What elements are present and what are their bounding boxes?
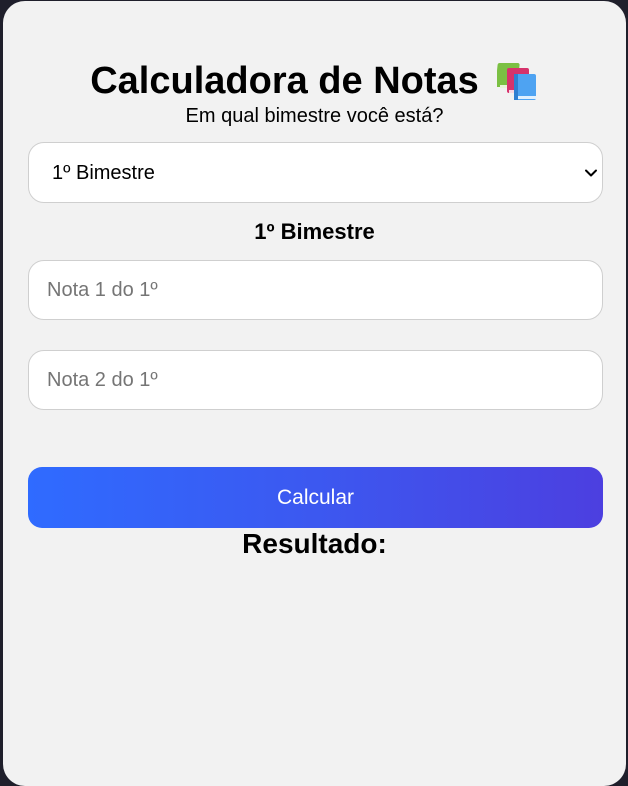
grade-1-input[interactable] — [28, 260, 603, 320]
calculator-card: Calculadora de Notas Em qual bimestre vo… — [3, 1, 626, 786]
title-row: Calculadora de Notas — [3, 57, 626, 105]
chevron-down-icon[interactable] — [583, 165, 599, 181]
result-heading: Resultado: — [242, 528, 387, 559]
bimester-select[interactable]: 1º Bimestre — [28, 142, 603, 203]
books-icon — [496, 61, 539, 101]
page-title: Calculadora de Notas — [90, 59, 479, 102]
grade-2-input[interactable] — [28, 350, 603, 410]
calculate-button[interactable]: Calcular — [28, 467, 603, 528]
bimester-heading: 1º Bimestre — [254, 219, 375, 244]
bimester-select-value: 1º Bimestre — [52, 162, 155, 184]
bimester-question: Em qual bimestre você está? — [185, 105, 444, 127]
